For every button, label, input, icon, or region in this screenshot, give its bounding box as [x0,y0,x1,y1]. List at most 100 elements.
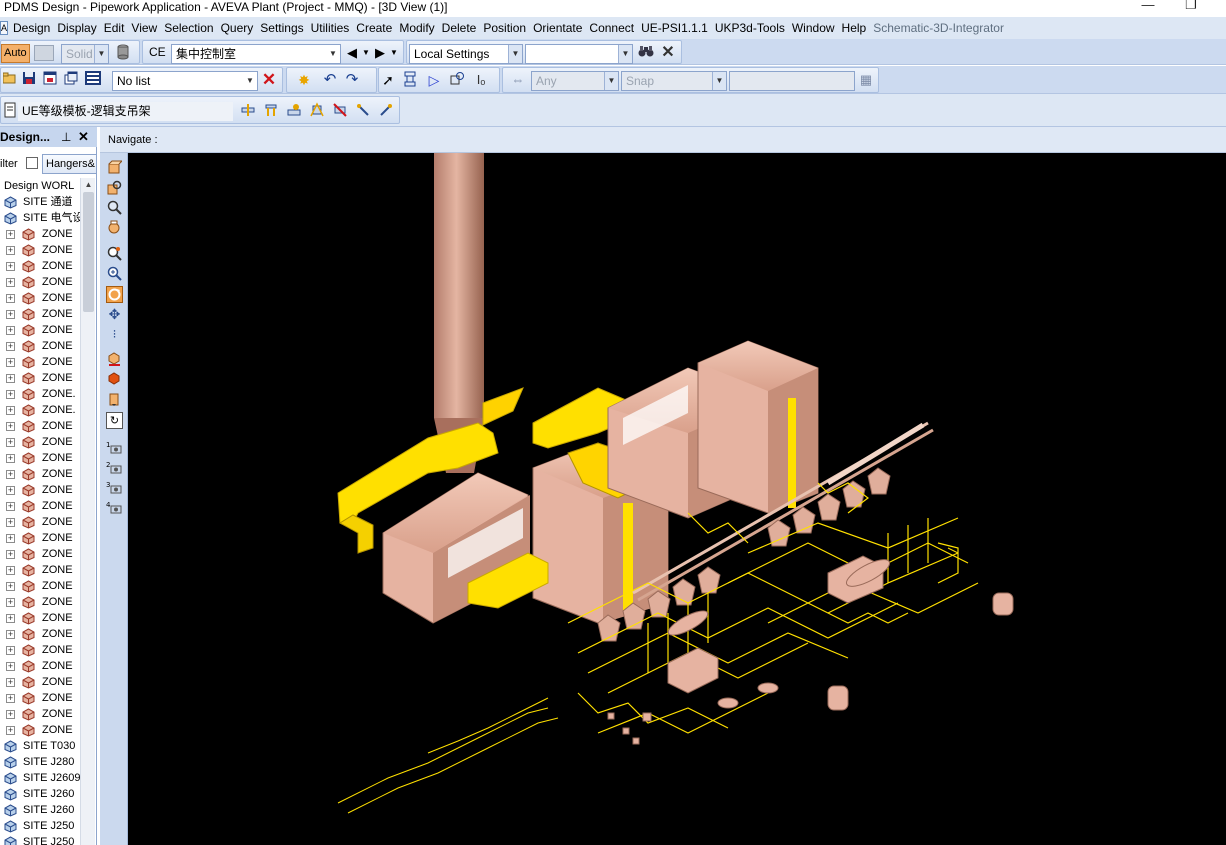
settings-combo[interactable]: Local Settings ▼ [409,44,523,64]
color-swatch-button[interactable] [34,45,54,61]
menu-item-selection[interactable]: Selection [164,20,213,36]
list-view-icon[interactable] [84,71,102,89]
support-tool-2-icon[interactable] [262,102,280,120]
support-tool-4-icon[interactable] [308,102,326,120]
rotate-icon[interactable] [106,286,123,303]
support-tool-5-icon[interactable] [331,102,349,120]
tree-item[interactable]: SITE T030 [0,738,80,754]
close-icon[interactable]: ✕ [78,127,89,147]
menu-item-design[interactable]: Design [13,20,50,36]
tree-item[interactable]: + ZONE [0,322,80,338]
template-combo[interactable]: UE等级模板-逻辑支吊架 [18,102,233,121]
tree-item[interactable]: + ZONE [0,690,80,706]
tree-item[interactable]: + ZONE [0,290,80,306]
search-combo[interactable]: ▼ [525,44,633,64]
tree-item[interactable]: + ZONE [0,450,80,466]
menu-item-settings[interactable]: Settings [260,20,303,36]
tree-item[interactable]: + ZONE [0,674,80,690]
binoculars-icon[interactable] [637,44,655,62]
menu-item-create[interactable]: Create [356,20,392,36]
expand-icon[interactable]: + [6,614,15,623]
tree-item[interactable]: SITE J280 [0,754,80,770]
support-tool-7-icon[interactable] [377,102,395,120]
model-editor-icon[interactable] [401,71,419,89]
scroll-thumb[interactable] [83,192,94,312]
tree-item[interactable]: + ZONE [0,354,80,370]
open-folder-icon[interactable] [1,71,19,89]
expand-icon[interactable]: + [6,422,15,431]
camera-3-icon[interactable]: 3 [106,480,123,497]
menu-item-utilities[interactable]: Utilities [311,20,350,36]
zoom-box-icon[interactable] [106,180,123,197]
support-tool-3-icon[interactable] [285,102,303,120]
measure-icon[interactable]: Iₒ [472,71,490,89]
tree-item[interactable]: + ZONE [0,418,80,434]
menu-item-display[interactable]: Display [57,20,96,36]
app-icon[interactable]: A [0,21,8,35]
snap-combo[interactable]: Snap ▼ [621,71,727,91]
pointer-icon[interactable]: ➚ [379,71,397,89]
tree-item[interactable]: + ZONE [0,514,80,530]
tree-item[interactable]: + ZONE [0,482,80,498]
tree-item[interactable]: + ZONE [0,338,80,354]
expand-icon[interactable]: + [6,438,15,447]
camera-2-icon[interactable]: 2 [106,460,123,477]
redo-icon[interactable]: ↷ [343,71,361,89]
tree-item[interactable]: + ZONE [0,258,80,274]
refresh-icon[interactable]: ↻ [106,412,123,429]
tree-item[interactable]: + ZONE [0,610,80,626]
pan-icon[interactable]: ✥ [106,306,123,323]
menu-item-position[interactable]: Position [483,20,526,36]
snap-value-field[interactable] [729,71,855,91]
menu-item-query[interactable]: Query [221,20,254,36]
expand-icon[interactable]: + [6,518,15,527]
camera-1-icon[interactable]: 1 [106,440,123,457]
tree-item[interactable]: + ZONE [0,562,80,578]
tree-item[interactable]: + ZONE [0,546,80,562]
grid-icon[interactable]: ▦ [857,71,875,89]
delete-icon[interactable]: ✕ [260,71,278,89]
tree-item[interactable]: SITE 通道 [0,194,80,210]
menu-item-orientate[interactable]: Orientate [533,20,582,36]
minimize-button[interactable]: — [1140,0,1156,14]
tree-item[interactable]: + ZONE [0,498,80,514]
direction-icon[interactable]: ⇔ [509,71,527,89]
graphics-icon[interactable] [448,71,466,89]
window-save-icon[interactable] [41,71,59,89]
tree-item[interactable]: + ZONE [0,434,80,450]
expand-icon[interactable]: + [6,326,15,335]
support-tool-6-icon[interactable] [354,102,372,120]
limits-icon[interactable] [106,352,123,369]
camera-4-icon[interactable]: 4 [106,500,123,517]
menu-item-ukp3d-tools[interactable]: UKP3d-Tools [715,20,785,36]
tree-item[interactable]: + ZONE [0,706,80,722]
expand-icon[interactable]: + [6,550,15,559]
clip-icon[interactable] [106,392,123,409]
tree-item[interactable]: SITE J250 [0,818,80,834]
expand-icon[interactable]: + [6,278,15,287]
window-restore-icon[interactable] [62,71,80,89]
tree-item[interactable]: SITE J2609 [0,770,80,786]
menu-item-help[interactable]: Help [842,20,867,36]
menu-item-window[interactable]: Window [792,20,835,36]
tree-item[interactable]: SITE J260 [0,786,80,802]
expand-icon[interactable]: + [6,566,15,575]
expand-icon[interactable]: + [6,630,15,639]
walk-icon[interactable]: ⁝ [106,326,123,343]
menu-item-view[interactable]: View [131,20,157,36]
expand-icon[interactable]: + [6,486,15,495]
menu-item-schematic-3d-integrator[interactable]: Schematic-3D-Integrator [873,20,1004,36]
expand-icon[interactable]: + [6,310,15,319]
undo-icon[interactable]: ↶ [321,71,339,89]
expand-icon[interactable]: + [6,678,15,687]
3d-view-canvas[interactable] [128,153,1226,845]
expand-icon[interactable]: + [6,694,15,703]
menu-item-modify[interactable]: Modify [399,20,434,36]
expand-icon[interactable]: + [6,534,15,543]
clear-search-icon[interactable]: ✕ [659,44,677,62]
expand-icon[interactable]: + [6,582,15,591]
list-combo[interactable]: No list ▼ [112,71,258,91]
expand-icon[interactable]: + [6,390,15,399]
menu-item-ue-psi1-1-1[interactable]: UE-PSI1.1.1 [641,20,708,36]
expand-icon[interactable]: + [6,502,15,511]
